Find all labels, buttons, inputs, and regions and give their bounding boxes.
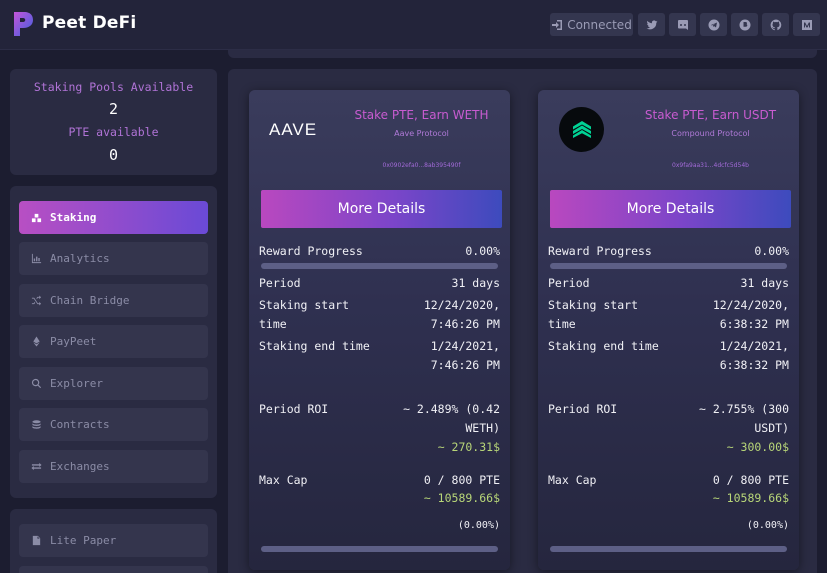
staking-end-date: 1/24/2021,: [430, 339, 500, 353]
compound-logo-icon: [559, 107, 604, 152]
sidebar-item-label: Exchanges: [50, 460, 110, 473]
roi-value: ~ 2.755% (300: [698, 402, 789, 416]
connected-label: Connected: [567, 17, 632, 32]
pools-available-value: 2: [108, 100, 119, 118]
pte-available-label: PTE available: [68, 125, 159, 139]
reward-progress-value: 0.00%: [754, 244, 789, 258]
sidebar-item-partial[interactable]: [19, 566, 208, 573]
sidebar-item-lite-paper[interactable]: Lite Paper: [19, 524, 208, 557]
exchange-icon: [31, 462, 42, 471]
chart-icon: [31, 253, 42, 264]
roi-usd: ~ 300.00$: [726, 440, 789, 454]
sidebar-item-analytics[interactable]: Analytics: [19, 242, 208, 275]
telegram-icon: [708, 19, 719, 30]
more-details-button[interactable]: More Details: [550, 190, 791, 228]
roi-value: ~ 2.489% (0.42: [403, 402, 500, 416]
max-cap-progress-bar: [261, 546, 498, 552]
staking-icon: [31, 213, 42, 223]
discord-icon: [677, 19, 688, 30]
shuffle-icon: [31, 295, 42, 306]
reward-progress-bar: [550, 263, 787, 269]
pool-address-link[interactable]: 0x9fa9aa31...4dcfc5d54b: [628, 162, 793, 169]
max-cap-percent: (0.00%): [746, 520, 789, 531]
sidebar-item-label: Analytics: [50, 252, 110, 265]
peet-logo-icon[interactable]: [12, 10, 34, 38]
roi-usd: ~ 270.31$: [437, 440, 500, 454]
max-cap-usd: ~ 10589.66$: [423, 491, 500, 505]
pool-card-compound: Stake PTE, Earn USDT Compound Protocol 0…: [538, 90, 799, 570]
sidebar-item-label: Explorer: [50, 377, 103, 390]
aave-logo: AAVE: [269, 120, 318, 139]
staking-end-date: 1/24/2021,: [719, 339, 789, 353]
staking-end-time: 7:46:26 PM: [430, 358, 500, 372]
sidebar-item-paypeet[interactable]: PayPeet: [19, 325, 208, 358]
telegram-button[interactable]: [700, 13, 727, 36]
coins-icon: [32, 420, 41, 429]
bitcoin-icon: [739, 19, 750, 30]
sidebar-item-staking[interactable]: Staking: [19, 201, 208, 234]
pool-protocol: Aave Protocol: [394, 129, 449, 138]
bitcoin-button[interactable]: [731, 13, 758, 36]
ethereum-icon: [33, 336, 40, 347]
reward-progress-value: 0.00%: [465, 244, 500, 258]
sidebar-item-label: Contracts: [50, 418, 110, 431]
pool-card-aave: AAVE Stake PTE, Earn WETH Aave Protocol …: [249, 90, 510, 570]
connected-button[interactable]: Connected: [550, 13, 633, 36]
sidebar-item-label: Lite Paper: [50, 534, 117, 547]
discord-button[interactable]: [669, 13, 696, 36]
document-icon: [32, 535, 41, 546]
sidebar-nav-secondary: Lite Paper: [10, 509, 217, 573]
max-cap-value: 0 / 800 PTE: [423, 473, 500, 487]
staking-end-time: 6:38:32 PM: [719, 358, 789, 372]
max-cap-percent: (0.00%): [457, 520, 500, 531]
max-cap-usd: ~ 10589.66$: [712, 491, 789, 505]
search-icon: [31, 378, 42, 389]
max-cap-value: 0 / 800 PTE: [712, 473, 789, 487]
pte-available-value: 0: [108, 146, 119, 164]
twitter-icon: [646, 19, 657, 29]
brand-name: Peet DeFi: [42, 13, 137, 33]
sidebar-item-exchanges[interactable]: Exchanges: [19, 450, 208, 483]
pool-protocol: Compound Protocol: [671, 129, 750, 138]
app-header: Peet DeFi Connected: [0, 0, 827, 50]
period-value: 31 days: [740, 276, 789, 290]
medium-icon: [801, 19, 812, 30]
more-details-button[interactable]: More Details: [261, 190, 502, 228]
roi-value-2: WETH): [465, 421, 500, 435]
medium-button[interactable]: [793, 13, 820, 36]
pool-title: Stake PTE, Earn WETH: [354, 108, 489, 122]
sidebar-item-label: Staking: [50, 211, 97, 224]
staking-start-time: 7:46:26 PM: [430, 317, 500, 331]
sidebar-item-label: PayPeet: [50, 335, 97, 348]
sign-in-icon: [552, 19, 563, 30]
pool-title: Stake PTE, Earn USDT: [644, 108, 777, 122]
roi-value-2: USDT): [754, 421, 789, 435]
staking-start-time: 6:38:32 PM: [719, 317, 789, 331]
staking-start-date: 12/24/2020,: [712, 298, 789, 312]
top-strip: [228, 50, 817, 58]
pool-address-link[interactable]: 0x0902efa0...8ab395490f: [339, 162, 504, 169]
sidebar-item-explorer[interactable]: Explorer: [19, 367, 208, 400]
reward-progress-bar: [261, 263, 498, 269]
sidebar-item-contracts[interactable]: Contracts: [19, 408, 208, 441]
staking-start-date: 12/24/2020,: [423, 298, 500, 312]
pools-available-label: Staking Pools Available: [33, 80, 194, 94]
twitter-button[interactable]: [638, 13, 665, 36]
period-value: 31 days: [451, 276, 500, 290]
sidebar-item-label: Chain Bridge: [50, 294, 130, 307]
staking-stats-panel: Staking Pools Available 2 PTE available …: [10, 69, 217, 175]
sidebar-nav: Staking Analytics Chain Bridge PayPeet E…: [10, 186, 217, 498]
github-icon: [770, 19, 781, 30]
github-button[interactable]: [762, 13, 789, 36]
max-cap-progress-bar: [550, 546, 787, 552]
sidebar-item-chain-bridge[interactable]: Chain Bridge: [19, 284, 208, 317]
